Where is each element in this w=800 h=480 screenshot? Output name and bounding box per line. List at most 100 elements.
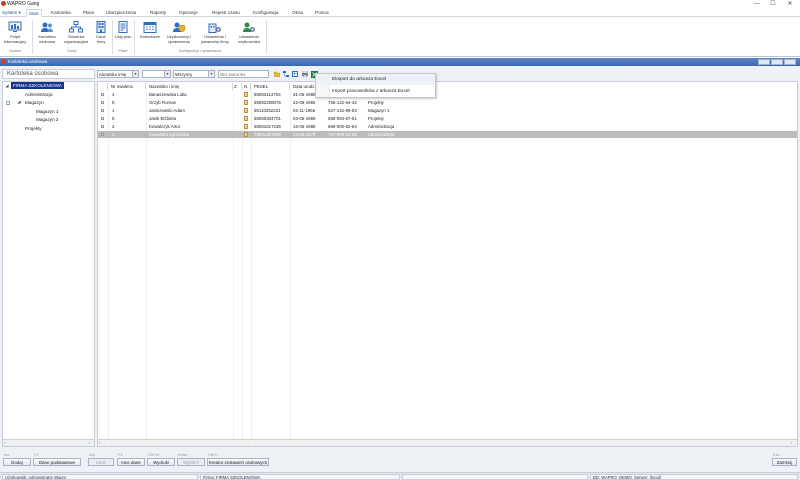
row-checkbox[interactable] xyxy=(101,133,104,136)
table-row[interactable]: 2 Kowalczyk Artur 88061617239 16-06-1988 669… xyxy=(98,123,797,130)
row-checkbox[interactable] xyxy=(101,125,104,128)
folder-icon[interactable] xyxy=(274,71,280,77)
subwindow-minimize-button[interactable] xyxy=(758,59,770,65)
tab-kartoteka[interactable]: Kartoteka xyxy=(49,9,73,17)
table-row[interactable]: 6 Janik Elżbieta 69060304701 03-06-1969 566-… xyxy=(98,115,797,122)
pulpit-button[interactable]: Pulpit informacyjny xyxy=(0,19,30,49)
cell-phone: 566-094-67-51 xyxy=(328,116,357,121)
tab-raporty[interactable]: Raporty xyxy=(148,9,168,17)
wydruki-button[interactable]: Wydruki xyxy=(147,458,175,466)
expand-toggle-icon[interactable]: − xyxy=(6,101,10,106)
key-hint: Ctrl+I xyxy=(208,452,218,457)
scroll-right-icon[interactable]: › xyxy=(791,440,792,445)
cell-nr: 6 xyxy=(112,116,115,121)
wybierz-button[interactable]: Wybierz xyxy=(177,458,205,466)
kalendarze-label: Kalendarze xyxy=(139,34,161,39)
column-header-name[interactable]: Nazwisko i imię xyxy=(146,83,233,90)
minimize-button[interactable]: — xyxy=(750,0,764,8)
key-hint: Del xyxy=(89,452,96,457)
ustawienia-firmy-button[interactable]: Ustawienia i parametry firmy xyxy=(197,19,233,49)
search-input[interactable] xyxy=(218,70,269,78)
collapse-icon[interactable]: ◢ xyxy=(17,100,21,104)
status-bar: Użytkownik: Administrator Wapro Firma: F… xyxy=(0,472,800,480)
kartoteka-osobowa-button[interactable]: Kartoteka osobowa xyxy=(34,19,60,49)
column-header-nr[interactable]: Nr ewidenc. xyxy=(108,83,146,90)
sort-select[interactable]: nazwisko imię ▾ xyxy=(97,70,139,78)
tree-node-magazyn-1[interactable]: Magazyn 1 xyxy=(36,108,58,115)
scroll-right-icon[interactable]: › xyxy=(89,440,90,445)
columns-icon[interactable] xyxy=(292,71,298,77)
print-icon[interactable] xyxy=(302,71,308,77)
users-shield-icon xyxy=(173,22,186,33)
note-icon xyxy=(244,132,248,137)
cell-pesel: 88061617239 xyxy=(254,124,281,129)
tab-okna[interactable]: Okna xyxy=(290,9,305,17)
ustawienia-uzytkownika-button[interactable]: Ustawienia użytkownika xyxy=(234,19,264,49)
column-header-n[interactable]: N xyxy=(242,83,251,90)
grid-horizontal-scrollbar[interactable]: ‹ › xyxy=(98,439,797,446)
table-row[interactable]: 5 Grzyb Roman 65062208075 22-06-1965 755-122… xyxy=(98,99,797,106)
filter-tree-icon[interactable] xyxy=(283,71,289,77)
column-header-pesel[interactable]: PESEL xyxy=(251,83,290,90)
tree-node-firma[interactable]: FIRMA SZKOLENIOWA xyxy=(11,82,64,89)
kalendarze-button[interactable]: Kalendarze xyxy=(136,19,164,49)
grid-line xyxy=(233,91,234,449)
row-checkbox[interactable] xyxy=(101,93,104,96)
tree-node-magazyn-2[interactable]: Magazyn 2 xyxy=(36,116,58,123)
table-row[interactable]: 3 Kowalska Agnieszka 79031207366 12-03-1979… xyxy=(98,131,797,138)
filter-select[interactable]: ▾ xyxy=(142,70,171,78)
row-checkbox[interactable] xyxy=(101,117,104,120)
ribbon-separator xyxy=(32,20,33,54)
menu-item-import-excel[interactable]: Import pracowników z arkusza Excel xyxy=(316,86,435,97)
tree-horizontal-scrollbar[interactable]: ‹ › xyxy=(3,439,94,446)
scroll-left-icon[interactable]: ‹ xyxy=(99,440,100,445)
scroll-left-icon[interactable]: ‹ xyxy=(4,440,5,445)
usun-button[interactable]: Usuń xyxy=(88,458,114,466)
tab-system[interactable]: System ▾ xyxy=(0,9,23,17)
table-row[interactable]: 4 Banaszewska Lidia 88053114763 31-05-1988 xyxy=(98,91,797,98)
tree-node-administracja[interactable]: Administracja xyxy=(25,91,53,98)
tree-node-magazyn[interactable]: Magazyn xyxy=(25,99,44,106)
collapse-icon[interactable]: ◢ xyxy=(5,84,9,88)
grid-line xyxy=(290,91,291,449)
subwindow-restore-button[interactable] xyxy=(771,59,783,65)
tree-node-projekty[interactable]: Projekty xyxy=(25,125,42,132)
row-checkbox[interactable] xyxy=(101,109,104,112)
menu-item-export-excel[interactable]: Eksport do arkusza Excel xyxy=(316,74,435,85)
kreator-zestawien-button[interactable]: Kreator zestawień osobowych xyxy=(207,458,269,466)
dane-firmy-button[interactable]: Dane firmy xyxy=(92,19,110,49)
key-hint: Esc xyxy=(773,452,780,457)
tab-place[interactable]: Płace xyxy=(81,9,97,17)
key-hint: Enter xyxy=(178,452,188,457)
close-button[interactable]: ✕ xyxy=(783,0,797,8)
inne-dane-button[interactable]: Inne dane xyxy=(117,458,145,466)
zamknij-button[interactable]: Zamknij xyxy=(772,458,797,466)
menu-bar: System ▾ Start Kartoteka Płace Ubezpiecz… xyxy=(0,8,800,17)
status-select[interactable]: Wszyscy ▾ xyxy=(173,70,215,78)
subwindow-close-button[interactable] xyxy=(784,59,796,65)
title-bar: WAPRO Gang — ☐ ✕ xyxy=(0,0,800,8)
cell-pesel: 69060304701 xyxy=(254,116,281,121)
ribbon: Pulpit informacyjny System Kartoteka oso… xyxy=(0,17,800,57)
row-checkbox[interactable] xyxy=(101,101,104,104)
status-company: Firma: FIRMA SZKOLENIOWA xyxy=(200,474,400,480)
tab-rejestr-czasu[interactable]: Rejestr czasu xyxy=(210,9,242,17)
tab-start[interactable]: Start xyxy=(26,9,42,17)
column-header-z[interactable]: Z xyxy=(233,83,242,90)
tab-operacje[interactable]: Operacje xyxy=(177,9,200,17)
key-hint: F5 xyxy=(118,452,123,457)
tab-pomoc[interactable]: Pomoc xyxy=(313,9,331,17)
function-key-bar: Ins Dodaj F2 Dane podstawowe Del Usuń F5… xyxy=(0,452,800,472)
dane-podstawowe-button[interactable]: Dane podstawowe xyxy=(33,458,81,466)
maximize-button[interactable]: ☐ xyxy=(766,0,780,8)
uzytkownicy-button[interactable]: Użytkownicy i uprawnienia xyxy=(164,19,194,49)
group-place: Płace xyxy=(118,49,128,53)
struktura-button[interactable]: Struktura organizacyjna xyxy=(60,19,92,49)
table-row[interactable]: 1 Janiszewski Adam 56110252231 02-11-1956 52… xyxy=(98,107,797,114)
tab-ubezpieczenia[interactable]: Ubezpieczenia xyxy=(104,9,138,17)
column-header-select[interactable] xyxy=(98,83,108,90)
dodaj-button[interactable]: Dodaj xyxy=(3,458,31,466)
dashboard-icon xyxy=(8,21,22,32)
tab-konfiguracja[interactable]: Konfiguracja xyxy=(251,9,281,17)
listy-plac-button[interactable]: Listy płac xyxy=(114,19,132,49)
